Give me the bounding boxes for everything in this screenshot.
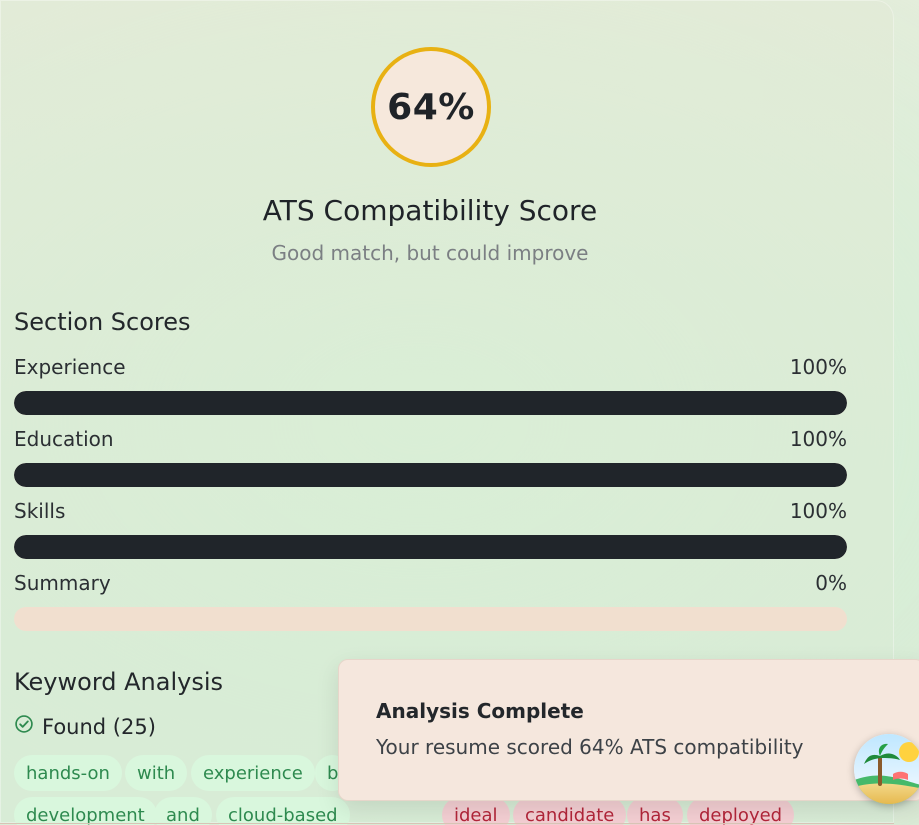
keyword-chip-missing: deployed	[687, 797, 795, 825]
palm-beach-avatar[interactable]	[854, 734, 919, 804]
ats-score-title: ATS Compatibility Score	[262, 194, 598, 227]
keyword-chip-text: ideal	[454, 804, 498, 825]
section-score-progress-bar	[14, 535, 847, 559]
keyword-analysis-title: Keyword Analysis	[14, 668, 224, 696]
toast-message: Your resume scored 64% ATS compatibility	[376, 735, 804, 759]
keyword-chip-text: b	[327, 762, 339, 784]
section-score-progress-fill	[14, 463, 847, 487]
keyword-chip-text: experience	[203, 762, 303, 784]
ats-score-value: 64%	[387, 86, 475, 128]
section-score-header: Skills 100%	[14, 499, 847, 525]
keywords-found-label: Found (25)	[42, 714, 156, 739]
ats-score-ring: 64%	[371, 47, 491, 167]
keyword-chip-missing: candidate	[513, 797, 627, 825]
section-score-percent: 0%	[815, 571, 847, 595]
section-score-label: Summary	[14, 571, 111, 595]
keyword-chip-found: experience	[191, 755, 315, 791]
keyword-chip-text: has	[639, 804, 671, 825]
section-score-progress-bar	[14, 391, 847, 415]
keyword-chip-text: deployed	[699, 804, 783, 825]
analysis-complete-toast[interactable]: Analysis Complete Your resume scored 64%…	[338, 659, 919, 801]
section-score-row: Education 100%	[14, 427, 847, 487]
keyword-chip-found: hands-on	[14, 755, 122, 791]
section-score-header: Summary 0%	[14, 571, 847, 597]
section-score-percent: 100%	[789, 499, 847, 523]
keyword-chip-text: and	[166, 804, 200, 825]
keyword-chip-missing: ideal	[442, 797, 510, 825]
section-score-label: Skills	[14, 499, 66, 523]
section-score-label: Education	[14, 427, 114, 451]
keyword-chip-text: hands-on	[26, 762, 110, 784]
keyword-chip-found: development	[14, 797, 157, 825]
keywords-found-header: Found (25)	[14, 714, 156, 739]
section-score-row: Experience 100%	[14, 355, 847, 415]
keyword-chip-found: with	[125, 755, 188, 791]
section-score-label: Experience	[14, 355, 126, 379]
section-scores-title: Section Scores	[14, 308, 191, 336]
keyword-chip-found: and	[154, 797, 212, 825]
section-score-row: Summary 0%	[14, 571, 847, 631]
toast-title: Analysis Complete	[376, 699, 584, 723]
section-score-header: Education 100%	[14, 427, 847, 453]
section-score-header: Experience 100%	[14, 355, 847, 381]
keyword-chip-text: candidate	[525, 804, 615, 825]
keyword-chip-text: development	[26, 804, 145, 825]
ats-score-subtitle: Good match, but could improve	[271, 241, 589, 265]
section-score-progress-fill	[14, 391, 847, 415]
section-score-percent: 100%	[789, 427, 847, 451]
keyword-chip-missing: has	[627, 797, 683, 825]
section-score-progress-fill	[14, 535, 847, 559]
page-bottom-divider	[0, 823, 894, 824]
keyword-chip-text: with	[137, 762, 176, 784]
section-score-progress-bar	[14, 463, 847, 487]
section-score-progress-bar	[14, 607, 847, 631]
keyword-chip-found: cloud-based	[216, 797, 350, 825]
section-score-percent: 100%	[789, 355, 847, 379]
check-circle-icon	[14, 714, 34, 739]
keyword-chip-text: cloud-based	[228, 804, 338, 825]
section-score-row: Skills 100%	[14, 499, 847, 559]
